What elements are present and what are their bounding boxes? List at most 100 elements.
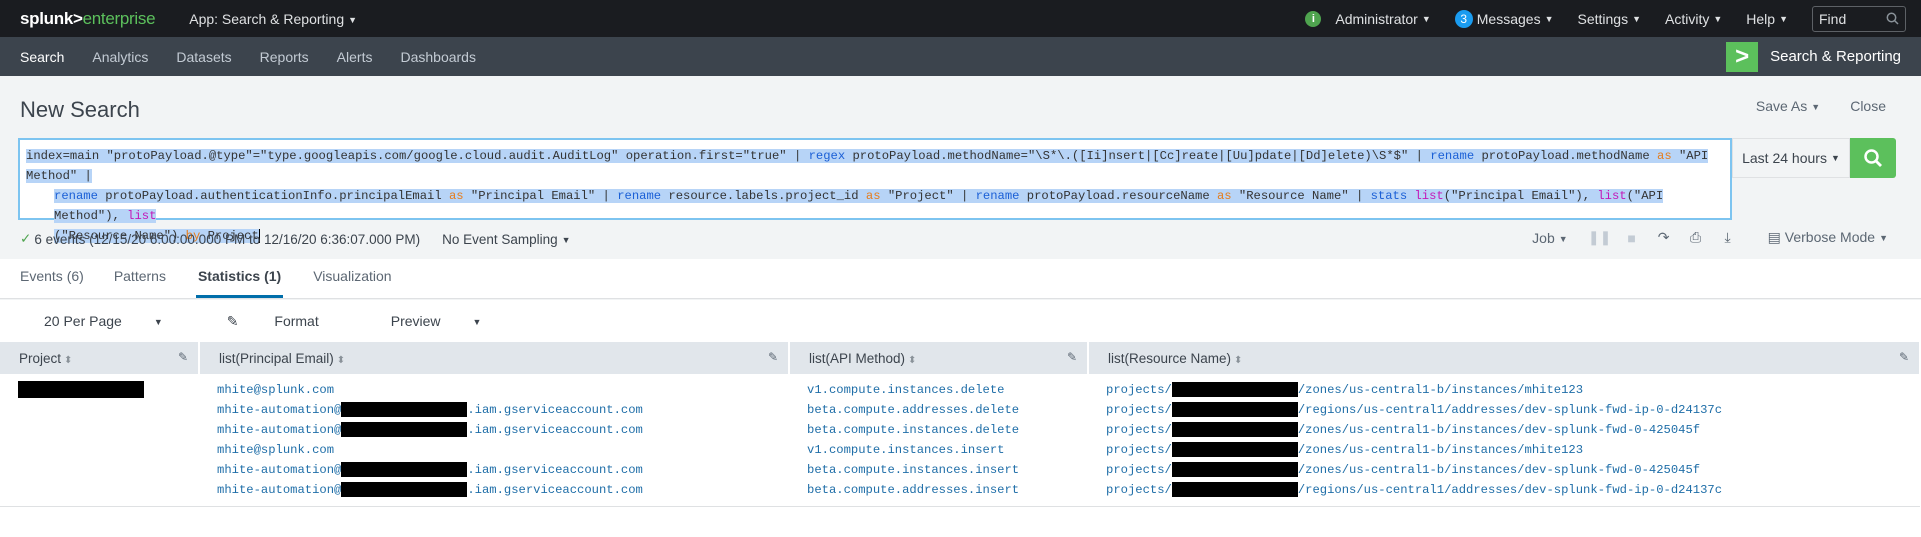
- resource-name-value[interactable]: projects/ /zones/us-central1-b/instances/…: [1106, 420, 1910, 440]
- email-value[interactable]: mhite@splunk.com: [217, 440, 779, 460]
- resource-name-value[interactable]: projects/ /regions/us-central1/addresses/…: [1106, 400, 1910, 420]
- app-brand[interactable]: > Search & Reporting: [1726, 41, 1901, 72]
- email-value[interactable]: mhite-automation@ .iam.gserviceaccount.co…: [217, 420, 779, 440]
- resource-suffix: /zones/us-central1-b/instances/dev-splun…: [1297, 463, 1701, 477]
- search-query-input[interactable]: index=main "protoPayload.@type"="type.go…: [18, 138, 1732, 243]
- caret-down-icon: ▼: [1779, 13, 1788, 24]
- caret-down-icon: ▼: [1558, 233, 1568, 244]
- export-icon[interactable]: ⤓: [1712, 229, 1744, 246]
- principal-email-cell: mhite@splunk.com mhite-automation@ .iam.gs…: [199, 374, 789, 507]
- edit-column-icon[interactable]: ✎: [768, 350, 778, 364]
- print-icon[interactable]: ⎙: [1680, 229, 1712, 246]
- per-page-dropdown[interactable]: 20 Per Page ▼: [22, 313, 173, 329]
- mode-icon: ▤: [1767, 229, 1785, 245]
- edit-column-icon[interactable]: ✎: [1067, 350, 1077, 364]
- api-method-value[interactable]: beta.compute.instances.delete: [807, 420, 1078, 440]
- search-icon: [1886, 12, 1899, 25]
- table-row: mhite@splunk.com mhite-automation@ .iam.gs…: [0, 374, 1920, 507]
- api-method-value[interactable]: v1.compute.instances.delete: [807, 380, 1078, 400]
- messages-count-badge: 3: [1454, 9, 1473, 28]
- resource-name-value[interactable]: projects/ /zones/us-central1-b/instances/…: [1106, 380, 1910, 400]
- run-search-button[interactable]: [1850, 138, 1896, 178]
- caret-down-icon: ▼: [1713, 13, 1723, 24]
- messages-menu[interactable]: 3 Messages ▼: [1454, 9, 1554, 28]
- email-value[interactable]: mhite@splunk.com: [217, 380, 779, 400]
- user-menu[interactable]: i Administrator ▼: [1305, 10, 1431, 27]
- resource-prefix: projects/: [1106, 443, 1172, 457]
- find-input[interactable]: Find: [1812, 5, 1906, 32]
- pause-icon[interactable]: ❚❚: [1584, 229, 1616, 246]
- share-icon[interactable]: ↷: [1648, 229, 1680, 246]
- column-header-api-method[interactable]: list(API Method) ⬍ ✎: [789, 342, 1089, 374]
- project-cell[interactable]: [0, 374, 199, 507]
- splunk-logo[interactable]: splunk>enterprise: [20, 9, 156, 29]
- stop-icon[interactable]: ■: [1616, 230, 1648, 246]
- preview-dropdown[interactable]: Preview ▼: [369, 313, 492, 329]
- redacted-block: [1171, 462, 1298, 478]
- column-header-resource-name[interactable]: list(Resource Name) ⬍ ✎: [1088, 342, 1921, 374]
- redacted-block: [341, 462, 468, 478]
- caret-down-icon: ▼: [348, 14, 358, 25]
- email-prefix: mhite-automation@: [217, 403, 342, 417]
- page-title: New Search: [20, 97, 140, 122]
- api-method-value[interactable]: beta.compute.addresses.delete: [807, 400, 1078, 420]
- nav-datasets[interactable]: Datasets: [176, 49, 231, 65]
- sort-icon: ⬍: [908, 354, 917, 366]
- api-method-value[interactable]: v1.compute.instances.insert: [807, 440, 1078, 460]
- caret-down-icon: ▼: [472, 317, 482, 328]
- resource-suffix: /zones/us-central1-b/instances/mhite123: [1297, 383, 1584, 397]
- caret-down-icon: ▼: [1421, 13, 1431, 24]
- api-method-value[interactable]: beta.compute.instances.insert: [807, 460, 1078, 480]
- email-value[interactable]: mhite-automation@ .iam.gserviceaccount.co…: [217, 400, 779, 420]
- nav-reports[interactable]: Reports: [260, 49, 309, 65]
- edit-column-icon[interactable]: ✎: [178, 350, 188, 364]
- job-status-row: ✓ 6 events (12/15/20 6:00:00.000 PM to 1…: [20, 229, 1921, 249]
- email-prefix: mhite@splunk.com: [217, 443, 335, 457]
- statistics-table: Project ⬍ ✎ list(Principal Email) ⬍ ✎ list(A…: [0, 342, 1921, 507]
- email-prefix: mhite-automation@: [217, 423, 342, 437]
- format-button[interactable]: ✎ Format: [205, 313, 329, 330]
- email-value[interactable]: mhite-automation@ .iam.gserviceaccount.co…: [217, 460, 779, 480]
- app-chevron-icon: >: [1726, 41, 1759, 72]
- tab-events[interactable]: Events (6): [20, 268, 84, 298]
- email-value[interactable]: mhite-automation@ .iam.gserviceaccount.co…: [217, 480, 779, 500]
- resource-name-value[interactable]: projects/ /regions/us-central1/addresses/…: [1106, 480, 1910, 500]
- time-range-picker[interactable]: Last 24 hours ▼: [1732, 138, 1850, 178]
- tab-statistics[interactable]: Statistics (1): [195, 268, 284, 298]
- resource-suffix: /zones/us-central1-b/instances/dev-splun…: [1297, 423, 1701, 437]
- nav-analytics[interactable]: Analytics: [92, 49, 148, 65]
- event-sampling-dropdown[interactable]: No Event Sampling ▼: [442, 232, 570, 247]
- resource-name-value[interactable]: projects/ /zones/us-central1-b/instances/…: [1106, 460, 1910, 480]
- resource-prefix: projects/: [1106, 423, 1172, 437]
- search-mode-dropdown[interactable]: ▤ Verbose Mode ▼: [1768, 229, 1888, 246]
- app-menu[interactable]: App: Search & Reporting ▼: [189, 11, 357, 27]
- settings-menu[interactable]: Settings ▼: [1578, 11, 1642, 27]
- redacted-block: [341, 482, 468, 498]
- tab-patterns[interactable]: Patterns: [114, 268, 166, 298]
- redacted-block: [1171, 422, 1298, 438]
- column-header-principal-email[interactable]: list(Principal Email) ⬍ ✎: [199, 342, 790, 374]
- help-menu[interactable]: Help ▼: [1746, 11, 1788, 27]
- job-menu[interactable]: Job ▼: [1532, 230, 1568, 246]
- api-method-value[interactable]: beta.compute.addresses.insert: [807, 480, 1078, 500]
- nav-search[interactable]: Search: [20, 49, 64, 65]
- search-icon: [1864, 149, 1882, 167]
- resource-name-value[interactable]: projects/ /zones/us-central1-b/instances/…: [1106, 440, 1910, 460]
- email-suffix: .iam.gserviceaccount.com: [467, 463, 643, 477]
- resource-suffix: /regions/us-central1/addresses/dev-splun…: [1297, 483, 1723, 497]
- redacted-block: [1171, 482, 1298, 498]
- email-prefix: mhite-automation@: [217, 463, 342, 477]
- save-as-button[interactable]: Save As ▼: [1756, 98, 1820, 114]
- resource-prefix: projects/: [1106, 483, 1172, 497]
- close-button[interactable]: Close: [1850, 98, 1886, 114]
- nav-alerts[interactable]: Alerts: [337, 49, 373, 65]
- pencil-icon: ✎: [226, 312, 243, 329]
- activity-menu[interactable]: Activity ▼: [1665, 11, 1722, 27]
- event-summary: 6 events (12/15/20 6:00:00.000 PM to 12/…: [34, 231, 421, 247]
- redacted-block: [18, 381, 144, 399]
- nav-dashboards[interactable]: Dashboards: [400, 49, 476, 65]
- tab-visualization[interactable]: Visualization: [313, 268, 391, 298]
- column-header-project[interactable]: Project ⬍ ✎: [0, 342, 200, 374]
- edit-column-icon[interactable]: ✎: [1899, 350, 1909, 364]
- resource-prefix: projects/: [1106, 403, 1172, 417]
